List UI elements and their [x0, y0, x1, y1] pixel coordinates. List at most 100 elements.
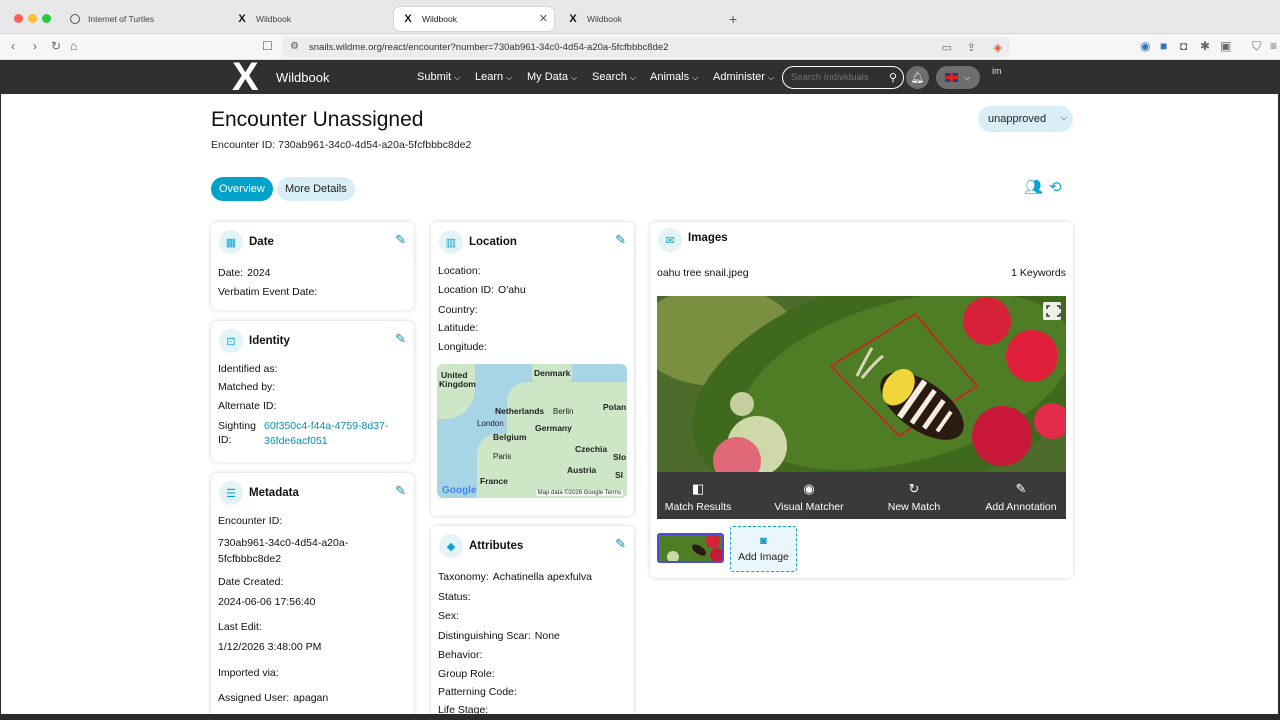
image-thumbnail[interactable]	[657, 533, 724, 563]
scar-row: Distinguishing Scar: None	[438, 630, 560, 642]
edit-pencil-icon[interactable]: ✎	[395, 483, 406, 499]
imported-via-row: Imported via:	[218, 667, 279, 679]
group-role-row: Group Role:	[438, 668, 495, 680]
extension-2-icon[interactable]: ■	[1160, 39, 1167, 53]
shield-icon[interactable]: ⛉	[1252, 39, 1261, 54]
map-label: Czechia	[575, 444, 608, 454]
share-icon[interactable]: ⇪	[967, 41, 976, 54]
country-row: Country:	[438, 304, 478, 316]
snail-photo-illustration	[657, 296, 1066, 472]
search-icon[interactable]: ⚲	[889, 71, 897, 84]
match-results-icon: ◧	[691, 481, 705, 496]
nav-animals[interactable]: Animals ⌵	[650, 71, 698, 83]
browser-tab-4[interactable]: X Wildbook	[559, 7, 719, 31]
map-label: Slo	[613, 452, 627, 462]
tab-overview[interactable]: Overview	[211, 177, 273, 201]
chevron-down-icon: ⌵	[1060, 113, 1067, 122]
address-bar[interactable]: ⚙ snails.wildme.org/react/encounter?numb…	[282, 37, 1010, 57]
map-land	[477, 434, 537, 498]
map-label: Austria	[567, 465, 597, 475]
encounter-id-value: 730ab961-34c0-4d54-a20a- 5fcfbbbc8de2	[218, 537, 349, 565]
fullscreen-icon[interactable]	[1042, 302, 1060, 320]
new-match-button[interactable]: ↻ New Match	[879, 472, 949, 519]
edit-pencil-icon[interactable]: ✎	[395, 232, 406, 248]
edit-pencil-icon[interactable]: ✎	[395, 331, 406, 347]
nav-submit[interactable]: Submit ⌵	[417, 71, 460, 83]
camera-icon: ◙	[760, 535, 767, 547]
add-annotation-button[interactable]: ✎ Add Annotation	[979, 472, 1063, 519]
nav-search[interactable]: Search ⌵	[592, 71, 636, 83]
people-icon[interactable]: 👥︎	[1024, 178, 1043, 196]
assigned-user-row: Assigned User: apagan	[218, 692, 329, 704]
keywords-count[interactable]: 1 Keywords	[1011, 267, 1066, 279]
nav-administer[interactable]: Administer ⌵	[713, 71, 774, 83]
map-icon: ▥	[439, 230, 463, 254]
notifications-bell-icon[interactable]: 🔔︎	[906, 66, 929, 89]
map-label: Paris	[493, 452, 512, 461]
extension-1-icon[interactable]: ◉	[1140, 39, 1150, 53]
extensions-icon[interactable]: ✱	[1200, 39, 1210, 53]
minimize-window-button[interactable]	[28, 14, 37, 23]
nav-learn[interactable]: Learn ⌵	[475, 71, 512, 83]
envelope-icon: ✉	[658, 228, 682, 252]
browser-tab-1[interactable]: Internet of Turtles	[62, 7, 222, 31]
globe-icon	[70, 14, 80, 24]
last-edit-value: 1/12/2026 3:48:00 PM	[218, 641, 322, 653]
brand-name[interactable]: Wildbook	[276, 70, 329, 85]
attributes-card: ◆ Attributes ✎ Taxonomy: Achatinella apex…	[431, 526, 634, 714]
browser-tab-2[interactable]: X Wildbook	[228, 7, 388, 31]
wildbook-x-icon: X	[569, 13, 577, 25]
maximize-window-button[interactable]	[42, 14, 51, 23]
approval-status-select[interactable]: unapproved ⌵	[978, 106, 1073, 132]
encounter-photo[interactable]	[657, 296, 1066, 472]
map-attribution[interactable]: Map data ©2026 Google Terms	[535, 490, 623, 496]
browser-tab-3-active[interactable]: X Wildbook ✕	[394, 7, 554, 31]
date-card: ▦ Date ✎ Date: 2024 Verbatim Event Date:	[211, 222, 414, 310]
visual-matcher-button[interactable]: ◉ Visual Matcher	[767, 472, 851, 519]
add-image-button[interactable]: ◙ Add Image	[730, 526, 797, 572]
chevron-down-icon: ⌵	[964, 72, 971, 82]
extension-3-icon[interactable]: ◘	[1180, 39, 1187, 53]
brave-shield-icon[interactable]: ◈	[994, 41, 1002, 54]
sex-row: Sex:	[438, 610, 460, 622]
reload-icon[interactable]: ↻	[51, 39, 61, 53]
sighting-id-link[interactable]: 60f350c4-f44a-4759-8d37- 36fde6acf051	[264, 419, 388, 449]
app-navbar: X Wildbook Submit ⌵ Learn ⌵ My Data ⌵ Searc…	[0, 57, 1280, 97]
location-map[interactable]: United Kingdom Denmark Netherlands Berli…	[437, 364, 627, 498]
cast-icon[interactable]: ▭	[942, 41, 952, 54]
search-input[interactable]	[791, 72, 887, 83]
last-edit-label: Last Edit:	[218, 621, 262, 633]
card-title: Attributes	[469, 540, 524, 552]
match-results-button[interactable]: ◧ Match Results	[659, 472, 737, 519]
edit-pencil-icon[interactable]: ✎	[615, 536, 626, 552]
map-label: Denmark	[534, 368, 571, 378]
forward-icon[interactable]: ›	[33, 39, 37, 53]
new-tab-button[interactable]: +	[729, 11, 737, 27]
home-icon[interactable]: ⌂	[70, 39, 77, 53]
sidebar-icon[interactable]: ▣	[1220, 39, 1231, 53]
wildbook-logo-icon[interactable]: X	[232, 57, 259, 97]
browser-toolbar: ‹ › ↻ ⌂ ☐ ⚙ snails.wildme.org/react/enco…	[0, 34, 1280, 60]
annotate-icon: ✎	[1015, 481, 1027, 496]
sighting-id-label: Sighting ID:	[218, 420, 256, 446]
edit-pencil-icon[interactable]: ✎	[615, 232, 626, 248]
map-label: Belgium	[493, 432, 527, 442]
tab-more-details[interactable]: More Details	[277, 177, 355, 201]
map-label: Sl	[615, 470, 624, 480]
card-title: Location	[469, 236, 517, 248]
google-logo: Google	[442, 485, 477, 496]
close-tab-icon[interactable]: ✕	[539, 12, 548, 25]
history-icon[interactable]: ⟲	[1049, 178, 1062, 196]
user-avatar[interactable]: im	[992, 66, 1002, 76]
bookmark-icon[interactable]: ☐	[262, 39, 273, 53]
back-icon[interactable]: ‹	[11, 39, 15, 53]
identity-card: ⊡ Identity ✎ Identified as: Matched by: …	[211, 321, 414, 462]
encounter-page: Encounter Unassigned Encounter ID: 730ab…	[1, 94, 1278, 714]
menu-icon[interactable]: ≡	[1270, 39, 1277, 53]
close-window-button[interactable]	[14, 14, 23, 23]
language-selector[interactable]: ⌵	[936, 66, 980, 89]
site-info-icon[interactable]: ⚙	[290, 41, 299, 52]
map-label: Germany	[535, 423, 572, 433]
nav-my-data[interactable]: My Data ⌵	[527, 71, 577, 83]
encounter-id-label: Encounter ID:	[218, 515, 283, 527]
